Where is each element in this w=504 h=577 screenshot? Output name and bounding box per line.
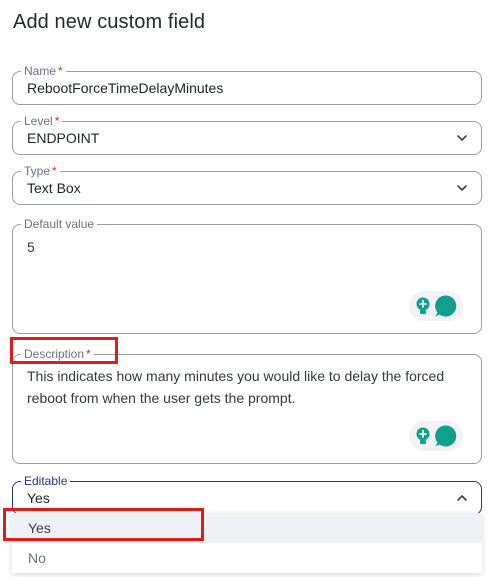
lightbulb-icon[interactable] [414, 296, 432, 316]
description-field[interactable]: Description * This indicates how many min… [12, 347, 482, 464]
type-select[interactable]: Type * Text Box [12, 164, 482, 205]
default-value-label: Default value [21, 217, 98, 231]
ai-assist-toolbar [409, 421, 463, 451]
dialog-title: Add new custom field [13, 11, 206, 33]
option-no[interactable]: No [12, 543, 482, 573]
type-label: Type * [21, 164, 60, 178]
editable-select[interactable]: Editable Yes [12, 474, 482, 515]
level-label: Level * [21, 114, 63, 128]
default-value-text[interactable]: 5 [27, 236, 469, 258]
chat-bubble-icon[interactable] [434, 424, 458, 448]
chevron-down-icon[interactable] [455, 181, 469, 195]
type-selected-value: Text Box [27, 180, 81, 196]
lightbulb-icon[interactable] [414, 426, 432, 446]
ai-assist-toolbar [409, 291, 463, 321]
name-input-value[interactable]: RebootForceTimeDelayMinutes [27, 80, 223, 96]
description-text[interactable]: This indicates how many minutes you woul… [27, 365, 469, 409]
level-selected-value: ENDPOINT [27, 130, 100, 146]
name-field[interactable]: Name * RebootForceTimeDelayMinutes [12, 64, 482, 105]
chat-bubble-icon[interactable] [434, 294, 458, 318]
editable-selected-value: Yes [27, 490, 50, 506]
default-value-field[interactable]: Default value 5 [12, 217, 482, 334]
editable-label: Editable [21, 474, 71, 488]
chevron-down-icon[interactable] [455, 131, 469, 145]
description-label: Description * [21, 347, 94, 361]
scrollbar-track[interactable] [494, 0, 504, 577]
option-yes[interactable]: Yes [12, 513, 482, 543]
editable-options-menu: Yes No [12, 513, 482, 573]
name-label: Name * [21, 64, 66, 78]
chevron-up-icon[interactable] [455, 491, 469, 505]
level-select[interactable]: Level * ENDPOINT [12, 114, 482, 155]
